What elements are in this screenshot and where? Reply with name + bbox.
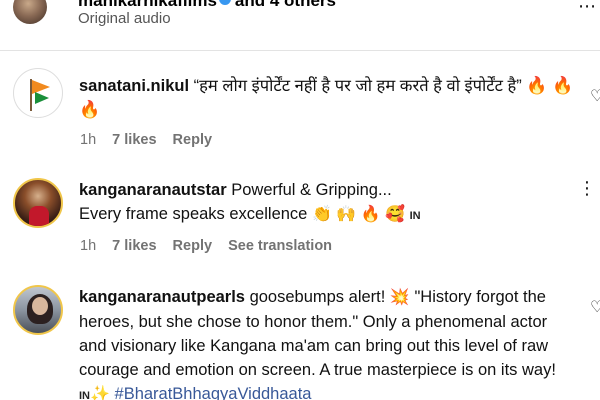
original-audio-link[interactable]: Original audio [78, 10, 171, 27]
author-others[interactable]: and 4 others [235, 0, 336, 10]
comment-body: kanganaranautstar Powerful & Gripping...… [79, 178, 579, 228]
comment-body: kanganaranautpearls goosebumps alert! 💥 … [79, 285, 579, 400]
reply-button[interactable]: Reply [173, 238, 213, 254]
comment-text-line1: Powerful & Gripping... [231, 181, 392, 199]
comment-text: “हम लोग इंपोर्टेंट नहीं है पर जो हम करते… [193, 77, 522, 95]
comment-username[interactable]: kanganaranautstar [79, 181, 227, 199]
commenter-avatar[interactable] [13, 285, 63, 335]
more-dots-icon[interactable]: ⋮ [578, 178, 597, 199]
see-translation-button[interactable]: See translation [228, 238, 332, 254]
comment-time: 1h [80, 132, 97, 148]
reply-button[interactable]: Reply [173, 132, 213, 148]
more-dots-icon[interactable]: ⋯ [578, 0, 597, 17]
header-divider [0, 50, 600, 51]
comment-text-start: goosebumps alert! [249, 288, 386, 306]
clap-emoji-icon: 👏 🙌 🔥 🥰 [311, 206, 405, 223]
comment-username[interactable]: kanganaranautpearls [79, 288, 245, 306]
heart-icon[interactable]: ♡ [590, 297, 600, 317]
avatar-face [32, 297, 48, 315]
green-flag-icon [35, 92, 49, 104]
post-header: manikarnikafilms and 4 others Original au… [0, 0, 600, 50]
comment-likes[interactable]: 7 likes [112, 238, 156, 254]
commenter-avatar[interactable] [13, 68, 63, 118]
author-avatar[interactable] [13, 0, 47, 24]
comment-likes[interactable]: 7 likes [112, 132, 156, 148]
comment-text-line2: Every frame speaks excellence [79, 205, 308, 223]
india-flag-icon: IN [409, 210, 421, 222]
verified-badge-icon [218, 0, 231, 5]
sparkle-emoji-icon: ✨ [90, 386, 110, 400]
comment-username[interactable]: sanatani.nikul [79, 77, 189, 95]
hashtag-link[interactable]: #BharatBhhagyaViddhaata [115, 385, 312, 400]
heart-icon[interactable]: ♡ [590, 86, 600, 106]
author-name[interactable]: manikarnikafilms [78, 0, 217, 10]
commenter-avatar[interactable] [13, 178, 63, 228]
collision-emoji-icon: 💥 [389, 289, 410, 306]
flag-pole [30, 79, 32, 111]
saffron-flag-icon [32, 80, 50, 94]
comment-time: 1h [80, 238, 97, 254]
india-flag-icon: IN [79, 390, 90, 400]
comment-meta: 1h 7 likes Reply [80, 132, 224, 148]
avatar-figure [29, 206, 49, 226]
comment-body: sanatani.nikul “हम लोग इंपोर्टेंट नहीं ह… [79, 74, 579, 122]
comment-meta: 1h 7 likes Reply See translation [80, 238, 344, 254]
